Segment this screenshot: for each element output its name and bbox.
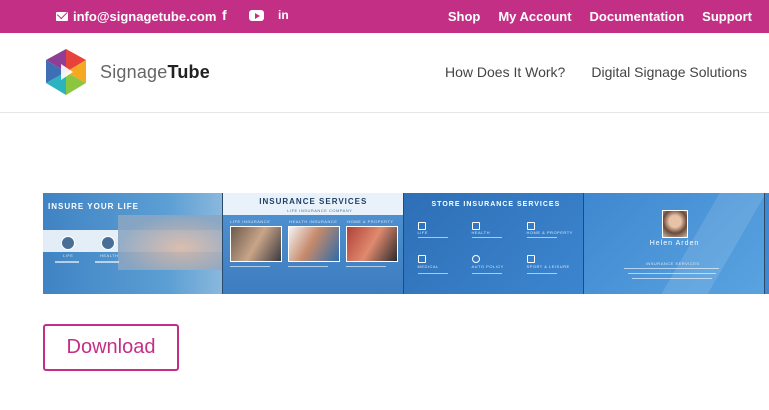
photo-label: HOME & PROPERTY: [347, 219, 394, 224]
doctors-photo: [288, 226, 341, 262]
banner-panel-insurance-services: INSURANCE SERVICES LIFE INSURANCE COMPAN…: [223, 193, 404, 294]
panel-subtitle: LIFE INSURANCE COMPANY: [287, 208, 353, 213]
site-header: SignageTube How Does It Work? Digital Si…: [0, 33, 769, 113]
brand-name[interactable]: SignageTube: [100, 62, 210, 83]
couple-photo: [118, 215, 223, 270]
photo-label: LIFE INSURANCE: [230, 219, 271, 224]
text-line: [346, 266, 387, 267]
health-icon: [471, 222, 480, 230]
life-bubble-icon: [61, 236, 75, 250]
email-text: info@signagetube.com: [73, 9, 217, 24]
text-line: [55, 261, 79, 263]
profile-name: Helen Arden: [649, 240, 700, 247]
service-item: SPORT & LEISURE: [526, 264, 570, 269]
sport-icon: [526, 255, 535, 263]
linkedin-icon[interactable]: in: [278, 8, 289, 22]
text-line: [95, 261, 119, 263]
life-icon: [417, 222, 426, 230]
health-bubble-icon: [101, 236, 115, 250]
download-button[interactable]: Download: [43, 324, 179, 371]
home-photo: [346, 226, 399, 262]
service-item: HOME & PROPERTY: [526, 230, 573, 235]
banner-panel-insure: INSURE YOUR LIFE LIFE HEALTH: [43, 193, 224, 294]
photo-label: HEALTH INSURANCE: [289, 219, 338, 224]
nav-how-does-it-work[interactable]: How Does It Work?: [445, 64, 565, 80]
email-link[interactable]: info@signagetube.com: [56, 9, 216, 24]
shop-link[interactable]: Shop: [448, 9, 481, 24]
main-nav: How Does It Work? Digital Signage Soluti…: [445, 64, 747, 80]
panel-title: STORE INSURANCE SERVICES: [431, 201, 561, 208]
medical-icon: [417, 255, 426, 263]
documentation-link[interactable]: Documentation: [590, 9, 685, 24]
text-line: [623, 268, 719, 269]
bubble-label: HEALTH: [100, 253, 119, 258]
my-account-link[interactable]: My Account: [498, 9, 571, 24]
banner-panel-profile: Helen Arden INSURANCE SERVICES: [583, 193, 765, 294]
profile-photo: [661, 210, 688, 238]
text-line: [417, 237, 448, 238]
panel-title: INSURANCE SERVICES: [259, 197, 368, 206]
service-item: AUTO POLICY: [471, 264, 504, 269]
text-line: [417, 273, 448, 274]
text-line: [471, 237, 502, 238]
envelope-icon: [56, 12, 68, 21]
home-icon: [526, 222, 535, 230]
service-item: MEDICAL: [417, 264, 439, 269]
family-photo: [230, 226, 283, 262]
banner-panel-edge: [765, 193, 769, 294]
profile-role: INSURANCE SERVICES: [645, 261, 700, 266]
facebook-icon[interactable]: f: [222, 7, 227, 23]
service-item: LIFE: [417, 230, 428, 235]
support-link[interactable]: Support: [702, 9, 752, 24]
top-bar: info@signagetube.com f in Shop My Accoun…: [0, 0, 769, 33]
text-line: [631, 278, 712, 279]
text-line: [627, 273, 716, 274]
text-line: [471, 273, 502, 274]
signagetube-logo-icon[interactable]: [46, 49, 86, 95]
text-line: [526, 273, 557, 274]
youtube-icon[interactable]: [249, 10, 264, 21]
screenshots-banner: INSURE YOUR LIFE LIFE HEALTH INSURANCE S…: [43, 193, 769, 294]
nav-digital-signage-solutions[interactable]: Digital Signage Solutions: [591, 64, 747, 80]
auto-icon: [471, 255, 480, 263]
text-line: [526, 237, 557, 238]
bubble-label: LIFE: [63, 253, 74, 258]
panel-title: INSURE YOUR LIFE: [48, 202, 139, 211]
text-line: [288, 266, 329, 267]
text-line: [230, 266, 271, 267]
service-item: HEALTH: [471, 230, 490, 235]
top-links: Shop My Account Documentation Support: [448, 9, 752, 24]
banner-panel-store-insurance: STORE INSURANCE SERVICES LIFE HEALTH HOM…: [403, 193, 584, 294]
